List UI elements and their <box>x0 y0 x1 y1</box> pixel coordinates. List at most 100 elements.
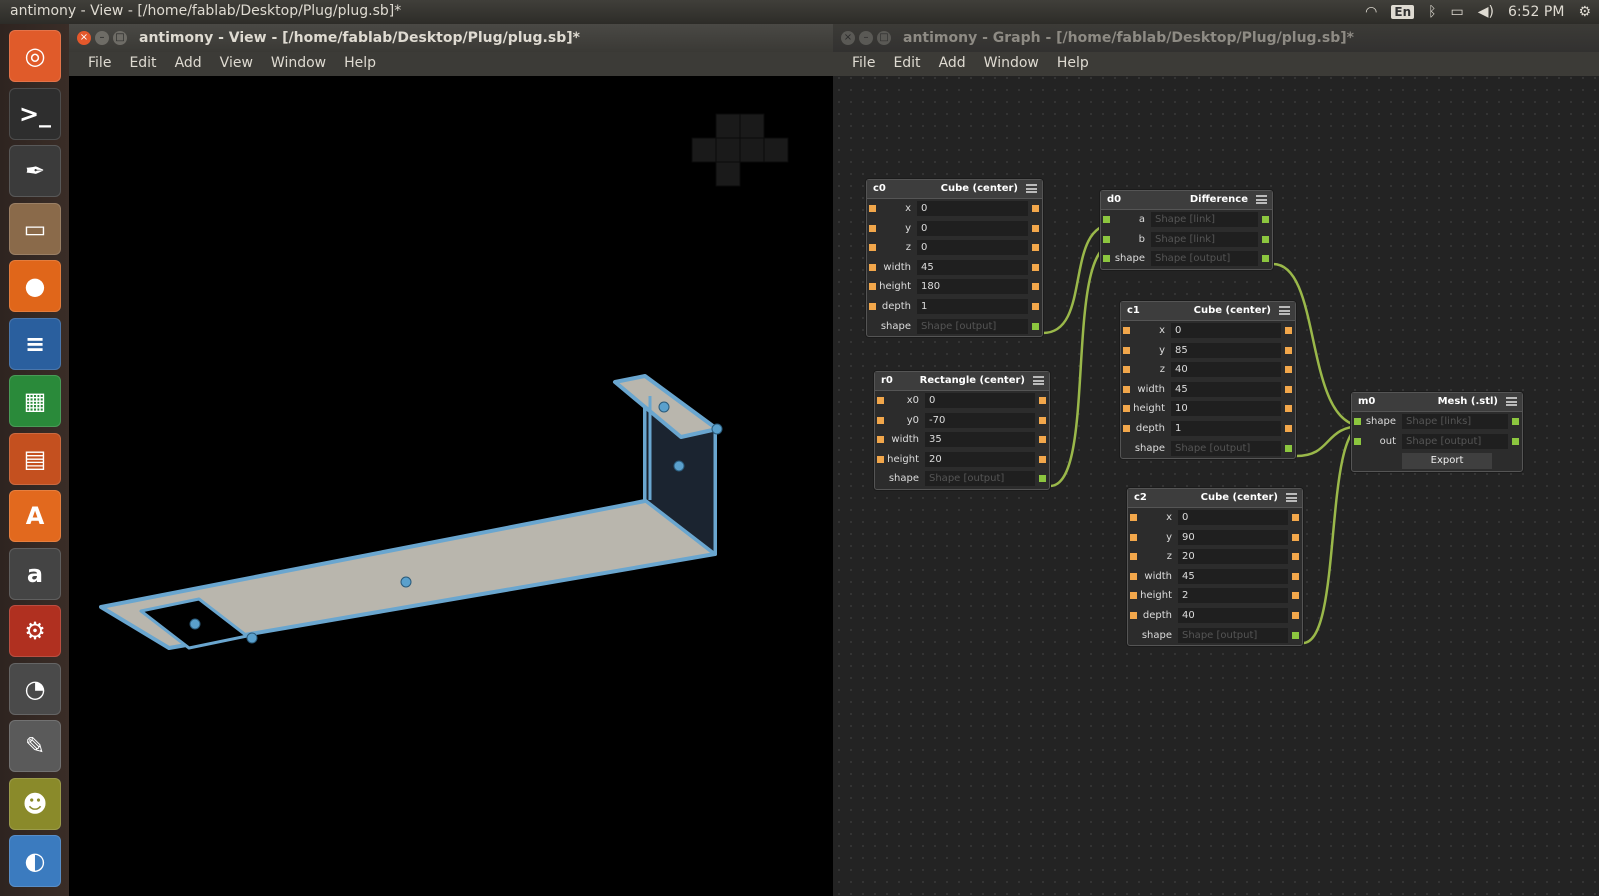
field-value[interactable]: 45 <box>917 259 1028 275</box>
input-port[interactable] <box>869 283 876 291</box>
output-port[interactable] <box>1292 572 1299 580</box>
close-button[interactable]: × <box>77 31 91 45</box>
output-port[interactable] <box>1032 263 1039 271</box>
input-port[interactable] <box>1130 533 1137 541</box>
bluetooth-icon[interactable]: ᛒ <box>1428 4 1436 20</box>
input-port[interactable] <box>1103 216 1110 223</box>
eclipse-icon[interactable]: ◐ <box>9 835 61 887</box>
field-value[interactable]: 45 <box>1178 568 1288 584</box>
input-port[interactable] <box>1123 385 1130 393</box>
plug-model[interactable] <box>99 374 719 650</box>
input-port[interactable] <box>877 436 884 444</box>
output-port[interactable] <box>1039 436 1046 444</box>
output-port[interactable] <box>1292 533 1299 541</box>
handle-c0[interactable] <box>400 576 412 588</box>
field-value[interactable]: Shape [output] <box>917 318 1028 334</box>
view-titlebar[interactable]: × – □ antimony - View - [/home/fablab/De… <box>69 24 833 52</box>
settings-gear-icon[interactable]: ⚙ <box>1578 4 1591 20</box>
output-port[interactable] <box>1032 302 1039 310</box>
input-port[interactable] <box>877 455 884 463</box>
output-port[interactable] <box>1292 592 1299 600</box>
field-value[interactable]: Shape [output] <box>1171 440 1281 456</box>
input-port[interactable] <box>1123 327 1130 334</box>
field-value[interactable]: 35 <box>925 432 1035 448</box>
menu-edit[interactable]: Edit <box>120 52 165 76</box>
node-header[interactable]: m0 Mesh (.stl) <box>1352 393 1522 412</box>
output-port[interactable] <box>1285 405 1292 413</box>
output-port[interactable] <box>1285 424 1292 432</box>
amazon-icon[interactable]: a <box>9 547 61 600</box>
input-port[interactable] <box>869 224 876 232</box>
node-header[interactable]: d0 Difference <box>1101 191 1272 210</box>
volume-icon[interactable]: ◀) <box>1478 4 1494 20</box>
output-port[interactable] <box>1032 283 1039 291</box>
menu-file[interactable]: File <box>79 52 120 76</box>
field-value[interactable]: 0 <box>1171 323 1281 338</box>
field-value[interactable]: 0 <box>917 240 1028 256</box>
input-port[interactable] <box>1130 514 1137 521</box>
node-menu-icon[interactable] <box>1256 195 1267 204</box>
terminal-icon[interactable]: >_ <box>9 87 61 140</box>
field-value[interactable]: Shape [output] <box>1178 627 1288 643</box>
node-menu-icon[interactable] <box>1286 493 1297 502</box>
input-port[interactable] <box>1123 346 1130 354</box>
field-value[interactable]: Shape [output] <box>1151 251 1258 267</box>
input-port[interactable] <box>1123 424 1130 432</box>
node-header[interactable]: c2 Cube (center) <box>1128 489 1302 508</box>
handle-r0[interactable] <box>189 618 201 630</box>
field-value[interactable]: 0 <box>1178 510 1288 525</box>
menu-view[interactable]: View <box>211 52 262 76</box>
field-value[interactable]: 10 <box>1171 401 1281 417</box>
output-port[interactable] <box>1292 611 1299 619</box>
handle-r0-corner[interactable] <box>246 632 258 644</box>
output-port[interactable] <box>1032 205 1039 212</box>
node-c2[interactable]: c2 Cube (center) x 0 y 90 z 20 width 45 … <box>1127 488 1303 647</box>
input-port[interactable] <box>869 302 876 310</box>
app-icon[interactable]: ☻ <box>9 777 61 830</box>
field-value[interactable]: 40 <box>1178 607 1288 623</box>
field-value[interactable]: 0 <box>917 201 1028 216</box>
ubuntu-dash-icon[interactable]: ◎ <box>9 30 61 82</box>
minimize-button[interactable]: – <box>95 31 109 45</box>
graph-titlebar[interactable]: × – □ antimony - Graph - [/home/fablab/D… <box>833 24 1599 52</box>
node-menu-icon[interactable] <box>1026 184 1037 193</box>
node-header[interactable]: c0 Cube (center) <box>867 180 1042 199</box>
output-port[interactable] <box>1039 416 1046 424</box>
output-port[interactable] <box>1285 385 1292 393</box>
3d-viewport[interactable] <box>69 76 833 896</box>
field-value[interactable]: 180 <box>917 279 1028 295</box>
input-port[interactable] <box>1130 572 1137 580</box>
output-port[interactable] <box>1285 346 1292 354</box>
calc-icon[interactable]: ▦ <box>9 375 61 427</box>
output-port[interactable] <box>1262 216 1269 223</box>
graph-menu-file[interactable]: File <box>843 52 884 76</box>
field-value[interactable]: 85 <box>1171 342 1281 358</box>
output-port[interactable] <box>1039 397 1046 404</box>
field-value[interactable]: 20 <box>925 451 1035 467</box>
files-icon[interactable]: ▭ <box>9 202 61 255</box>
field-value[interactable]: 1 <box>1171 420 1281 436</box>
input-port[interactable] <box>1130 553 1137 561</box>
graph-close-button[interactable]: × <box>841 31 855 45</box>
impress-icon[interactable]: ▤ <box>9 432 61 485</box>
input-port[interactable] <box>869 244 876 252</box>
inkscape-icon[interactable]: ✒ <box>9 145 61 197</box>
graph-menu-window[interactable]: Window <box>975 52 1048 76</box>
node-menu-icon[interactable] <box>1506 397 1517 406</box>
system-settings-icon[interactable]: ⚙ <box>9 605 61 657</box>
output-port[interactable] <box>1039 455 1046 463</box>
input-port[interactable] <box>877 397 884 404</box>
input-port[interactable] <box>1103 235 1110 243</box>
handle-c2[interactable] <box>673 460 685 472</box>
output-port[interactable] <box>1032 322 1039 330</box>
output-port[interactable] <box>1292 514 1299 521</box>
field-value[interactable]: 0 <box>925 393 1035 408</box>
node-menu-icon[interactable] <box>1033 376 1044 385</box>
node-header[interactable]: r0 Rectangle (center) <box>875 372 1049 391</box>
input-port[interactable] <box>1130 592 1137 600</box>
handle-c1[interactable] <box>658 401 670 413</box>
input-port[interactable] <box>1354 418 1361 425</box>
field-value[interactable]: 45 <box>1171 381 1281 397</box>
node-r0[interactable]: r0 Rectangle (center) x0 0 y0 -70 width … <box>874 371 1050 490</box>
graph-menu-edit[interactable]: Edit <box>884 52 929 76</box>
